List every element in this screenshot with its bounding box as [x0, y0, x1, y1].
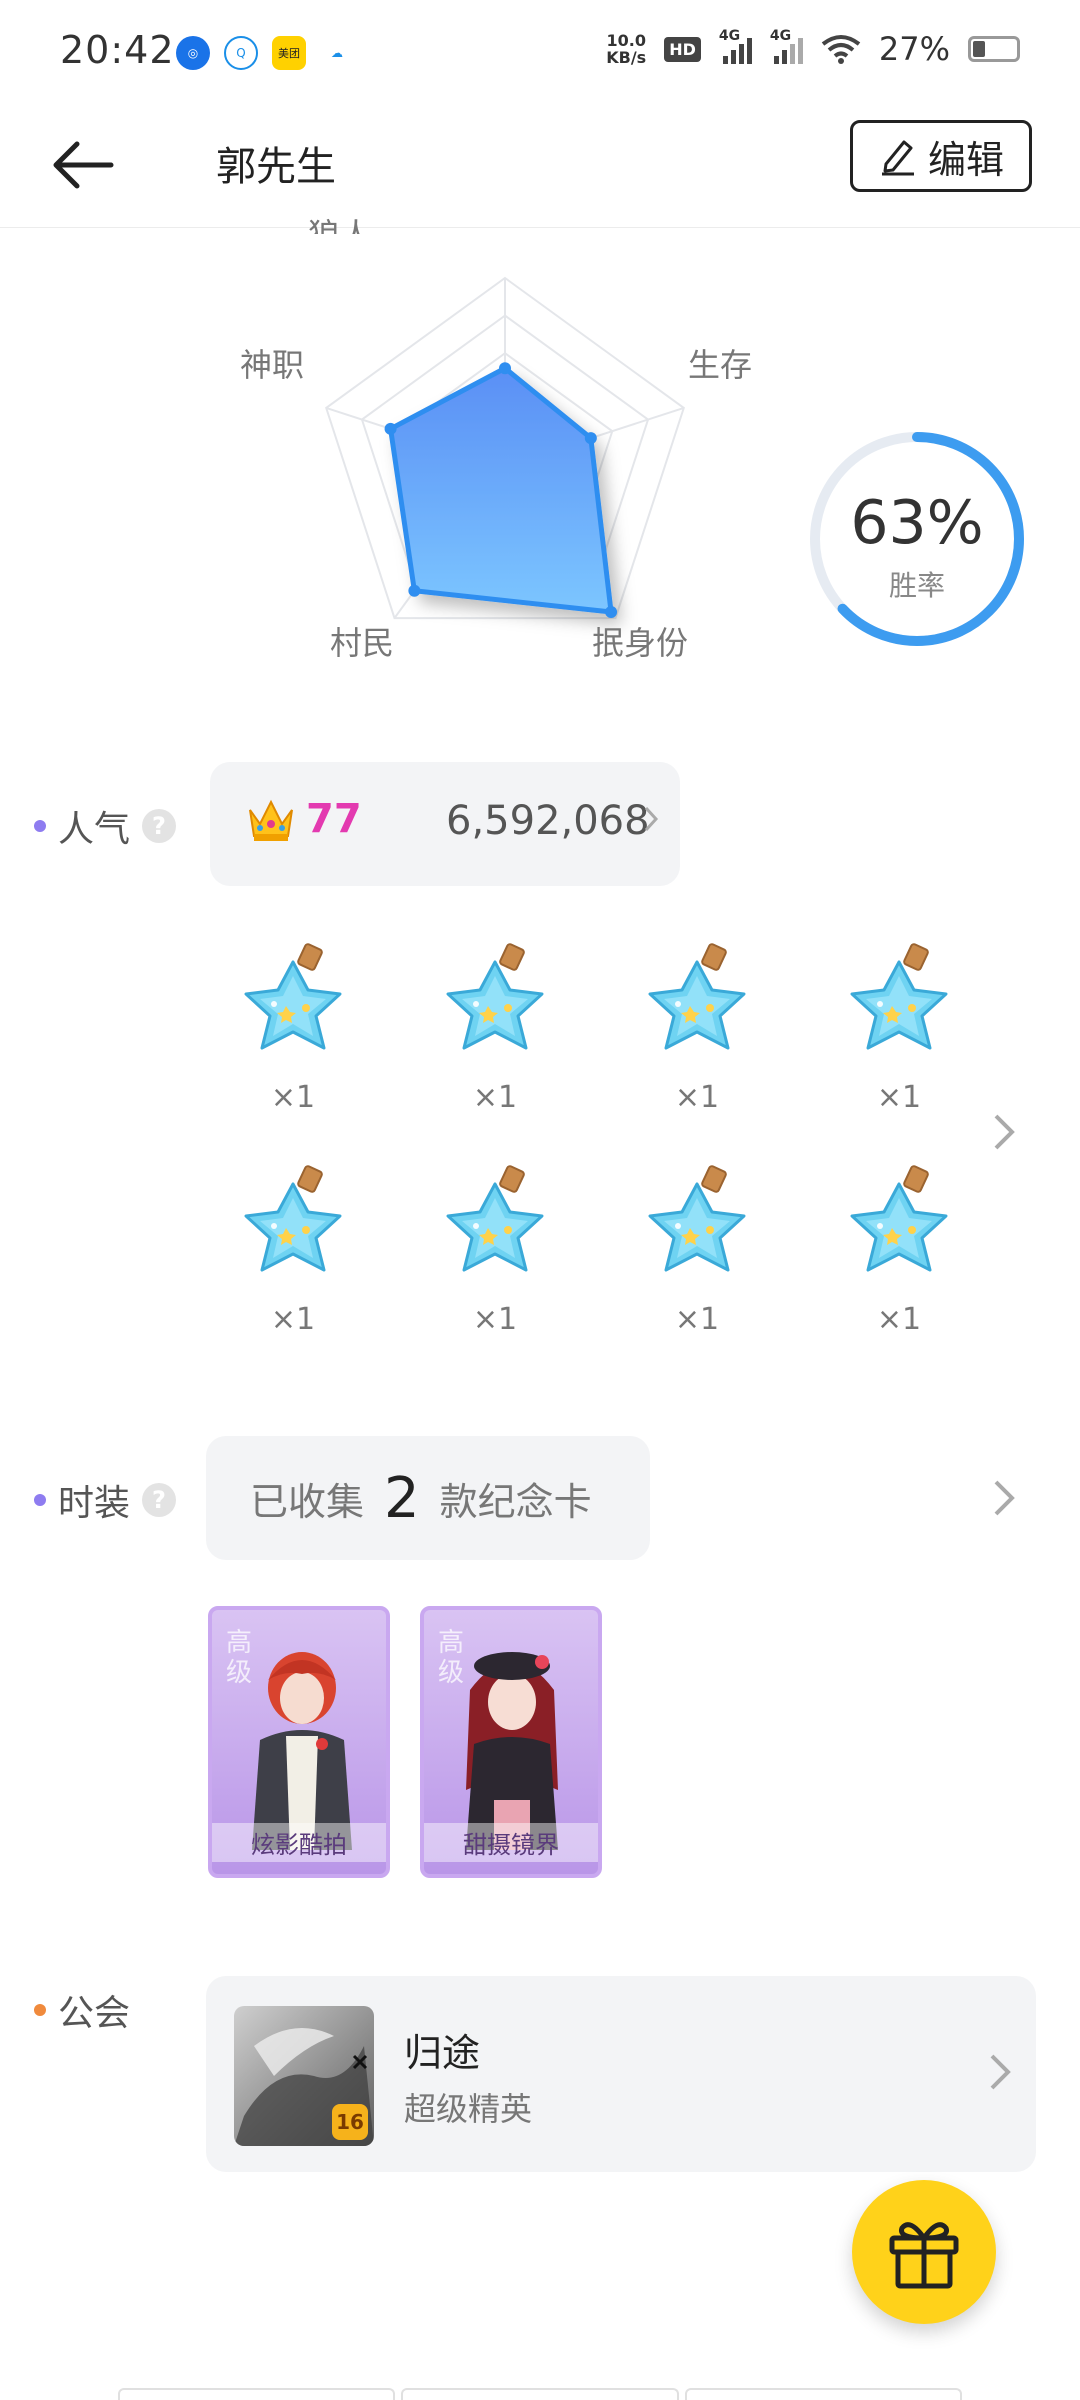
gift-count: ×1: [472, 1302, 518, 1337]
edit-button-label: 编辑: [927, 137, 1004, 182]
star-potion-icon: [850, 943, 948, 1050]
crown-icon: [249, 799, 293, 841]
star-potion-icon: [446, 943, 544, 1050]
gift-count: ×1: [270, 1302, 316, 1337]
star-potion-icon: [648, 1165, 746, 1272]
battery-percent: 27%: [878, 30, 950, 68]
chevron-right-icon: [990, 2054, 1011, 2090]
star-potion-icon: [850, 1165, 948, 1272]
win-rate-ring: 63% 胜率: [806, 428, 1028, 650]
signal-icon-2: 4G: [770, 28, 803, 64]
costume-count: 2: [384, 1465, 420, 1531]
send-gift-button[interactable]: [852, 2180, 996, 2324]
gift-count: ×1: [270, 1080, 316, 1115]
gift-item[interactable]: ×1: [632, 1154, 762, 1354]
signal-icon: 4G: [719, 28, 752, 64]
radar-value-shape: [388, 365, 614, 615]
radar-point: [584, 432, 597, 445]
costume-summary-card[interactable]: 已收集 2 款纪念卡: [206, 1436, 650, 1560]
radar-point: [605, 606, 618, 619]
guild-card[interactable]: 16 归途 超级精英: [206, 1976, 1036, 2172]
gift-item[interactable]: ×1: [834, 932, 964, 1132]
battery-icon: [968, 36, 1020, 62]
q-app-icon: Q: [224, 36, 258, 70]
guild-avatar: 16: [234, 2006, 374, 2146]
costume-section-label: 时装 ?: [34, 1474, 177, 1526]
chevron-right-icon: [644, 806, 659, 832]
radar-label-villager: 村民: [330, 624, 395, 662]
arrow-left-icon: [53, 141, 114, 189]
section-dot: [34, 2004, 46, 2016]
gift-grid: ×1 ×1 ×1 ×1 ×1 ×1 ×1 ×1: [228, 932, 1048, 1352]
radar-label-god-role: 神职: [240, 346, 305, 384]
star-potion-icon: [244, 943, 342, 1050]
status-right: 10.0 KB/s HD 4G 4G 27%: [606, 28, 1020, 68]
radar-point: [499, 362, 511, 375]
gift-box-icon: [889, 2222, 959, 2289]
status-time: 20:42: [60, 28, 175, 72]
page-header: 郭先生 编辑: [0, 108, 1080, 228]
radar-label-survival: 生存: [688, 346, 753, 384]
character-figure-image: [466, 1652, 558, 1850]
character-figure-image: [252, 1652, 352, 1850]
gift-count: ×1: [472, 1080, 518, 1115]
guild-rank: 超级精英: [404, 2090, 533, 2128]
guild-label: 公会: [58, 1993, 131, 2034]
gift-count: ×1: [674, 1302, 720, 1337]
page-title: 郭先生: [216, 144, 336, 190]
wifi-icon: [821, 35, 861, 64]
meituan-app-icon: 美团: [272, 36, 306, 70]
win-rate-value: 63%: [850, 488, 984, 558]
card-name: 甜摄镜界: [424, 1823, 598, 1862]
costume-more-chevron-icon[interactable]: [990, 1476, 1018, 1520]
bank-app-icon: ◎: [176, 36, 210, 70]
card-name: 炫影酷拍: [212, 1823, 386, 1862]
ability-radar: 狼人 生存 抿身份 村民 神职: [0, 216, 760, 688]
guild-level-badge: 16: [332, 2104, 368, 2140]
popularity-level: 77: [306, 796, 362, 842]
gift-count: ×1: [674, 1080, 720, 1115]
bottom-tab-edges: [118, 2388, 962, 2400]
costume-suffix: 款纪念卡: [439, 1479, 592, 1524]
help-icon[interactable]: ?: [142, 809, 177, 843]
radar-point: [408, 584, 421, 597]
radar-label-identify: 抿身份: [592, 624, 689, 662]
radar-point: [384, 422, 397, 435]
star-potion-icon: [648, 943, 746, 1050]
popularity-card[interactable]: 77 6,592,068: [210, 762, 680, 886]
back-button[interactable]: [48, 130, 118, 200]
hd-icon: HD: [664, 36, 701, 62]
notification-icons: ◎ Q 美团 ☁: [176, 36, 354, 70]
edit-button[interactable]: 编辑: [850, 120, 1032, 192]
popularity-score: 6,592,068: [446, 798, 650, 844]
popularity-label: 人气: [58, 809, 131, 850]
section-dot: [34, 820, 46, 832]
help-icon[interactable]: ?: [142, 1483, 177, 1517]
net-speed: 10.0 KB/s: [606, 31, 647, 67]
popularity-section-label: 人气 ?: [34, 800, 177, 852]
gift-item[interactable]: ×1: [430, 932, 560, 1132]
section-dot: [34, 1494, 46, 1506]
gifts-more-chevron-icon[interactable]: [990, 1110, 1018, 1154]
pencil-icon: [881, 140, 914, 176]
gift-item[interactable]: ×1: [430, 1154, 560, 1354]
star-potion-icon: [446, 1165, 544, 1272]
costume-prefix: 已收集: [250, 1479, 365, 1524]
guild-name: 归途: [404, 2031, 481, 2075]
gift-count: ×1: [876, 1080, 922, 1115]
gift-item[interactable]: ×1: [632, 932, 762, 1132]
gift-item[interactable]: ×1: [228, 932, 358, 1132]
star-potion-icon: [244, 1165, 342, 1272]
guild-section-label: 公会: [34, 1984, 130, 2036]
gift-item[interactable]: ×1: [834, 1154, 964, 1354]
costume-card[interactable]: 高级 炫影酷拍: [208, 1606, 390, 1878]
costume-card[interactable]: 高级 甜摄镜界: [420, 1606, 602, 1878]
cloud-app-icon: ☁: [320, 36, 354, 70]
status-bar: 20:42 ◎ Q 美团 ☁ 10.0 KB/s HD 4G 4G 27%: [0, 0, 1080, 108]
win-rate-label: 胜率: [888, 569, 945, 602]
costume-label: 时装: [58, 1483, 131, 1524]
gift-item[interactable]: ×1: [228, 1154, 358, 1354]
gift-count: ×1: [876, 1302, 922, 1337]
